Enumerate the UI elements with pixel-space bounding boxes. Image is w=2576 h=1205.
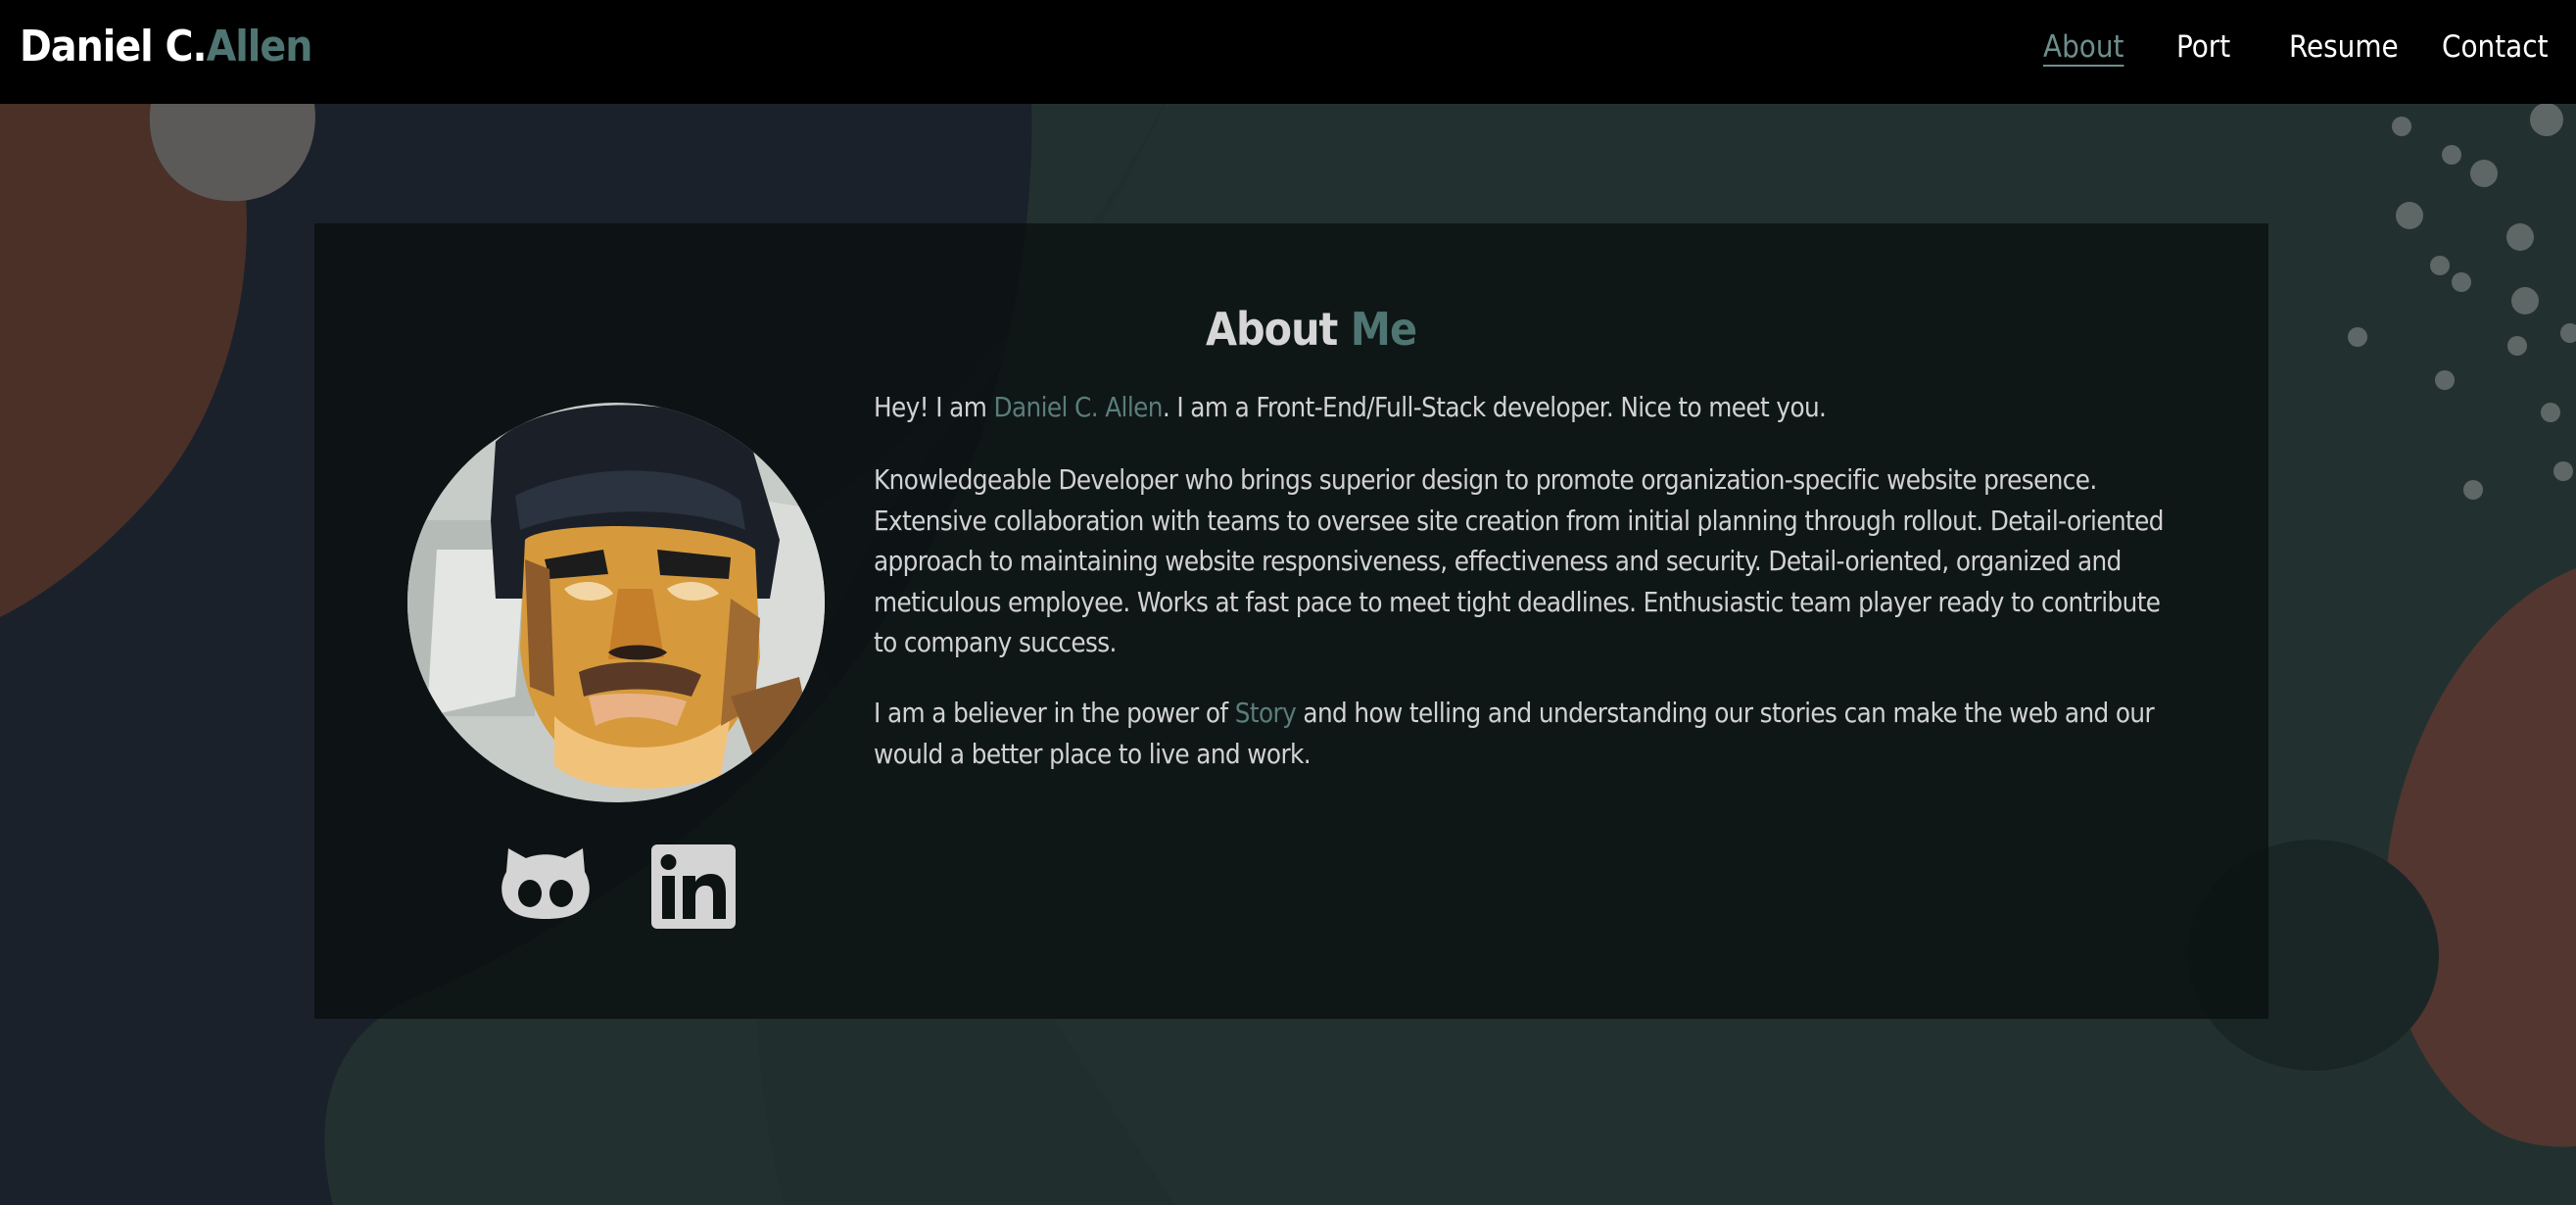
- about-section: About Me Hey! I am Daniel C. Allen. I am…: [314, 223, 2268, 1019]
- profile-avatar: [407, 403, 825, 802]
- top-navbar: Daniel C.Allen About Port Resume Contact: [0, 0, 2576, 104]
- page: Daniel C.Allen About Port Resume Contact…: [0, 0, 2576, 1205]
- story-paragraph: I am a believer in the power of Story an…: [874, 694, 2181, 775]
- nav-resume[interactable]: Resume: [2289, 27, 2399, 67]
- story-text-start: I am a believer in the power of: [874, 698, 1235, 729]
- summary-paragraph: Knowledgeable Developer who brings super…: [874, 464, 2164, 658]
- github-icon[interactable]: [501, 843, 591, 921]
- brand-logo[interactable]: Daniel C.Allen: [20, 18, 313, 76]
- title-about: About: [1206, 303, 1338, 356]
- nav-port[interactable]: Port: [2176, 27, 2230, 67]
- linkedin-icon[interactable]: [651, 844, 736, 929]
- nav-about[interactable]: About: [2043, 27, 2123, 67]
- avatar-image: [407, 403, 825, 802]
- highlight-name: Daniel C. Allen: [993, 392, 1164, 423]
- brand-last-name: Allen: [206, 22, 313, 72]
- intro-text-start: Hey! I am: [874, 392, 994, 423]
- intro-paragraph: Hey! I am Daniel C. Allen. I am a Front-…: [874, 388, 2181, 429]
- brand-first-name: Daniel C.: [20, 22, 208, 72]
- nav-contact[interactable]: Contact: [2442, 27, 2549, 67]
- section-title: About Me: [1206, 300, 1417, 359]
- highlight-story: Story: [1234, 698, 1297, 729]
- title-me: Me: [1350, 303, 1417, 356]
- intro-text-end: . I am a Front-End/Full-Stack developer.…: [1162, 392, 1827, 423]
